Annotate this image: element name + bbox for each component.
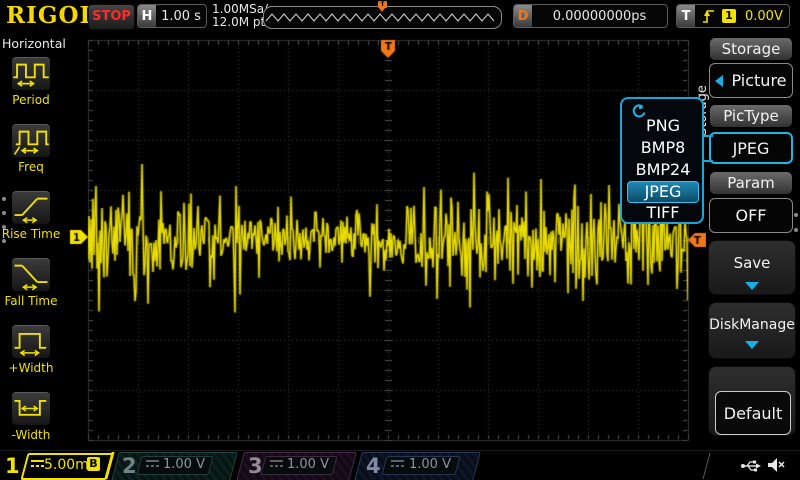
pictype-button[interactable]: JPEG [709, 132, 793, 164]
popup-item-png[interactable]: PNG [628, 116, 698, 136]
top-status-bar: RIGOL STOP H 1.00 s 1.00MSa/s 12.0M pts … [0, 0, 800, 32]
preview-trigger-marker[interactable]: T [378, 1, 387, 12]
measure-item-rise-time[interactable]: Rise Time [0, 190, 62, 250]
pictype-popup-menu: PNG BMP8 BMP24 JPEG TIFF [620, 97, 704, 224]
default-group: Default [708, 366, 796, 436]
panel-dot [2, 197, 6, 201]
diskmanage-button[interactable]: DiskManage [708, 302, 796, 359]
status-divider [703, 453, 711, 479]
popup-item-bmp24[interactable]: BMP24 [628, 160, 698, 180]
pictype-header: PicType [710, 105, 792, 127]
panel-dot [2, 211, 6, 215]
param-button[interactable]: OFF [709, 198, 793, 233]
chevron-down-icon [745, 282, 759, 290]
panel-dot [794, 213, 798, 217]
storage-type-button[interactable]: Picture [709, 63, 793, 98]
popup-item-jpeg[interactable]: JPEG [627, 181, 699, 203]
popup-item-bmp8[interactable]: BMP8 [628, 138, 698, 158]
fall-time-icon [11, 257, 51, 292]
delay-block: D 0.00000000ps [513, 4, 668, 28]
storage-menu-panel: Storage Picture PicType JPEG Param OFF S… [706, 32, 800, 450]
h-label: H [138, 5, 156, 27]
chevron-left-icon [715, 75, 723, 87]
trigger-slope-icon [702, 8, 716, 25]
default-button[interactable]: Default [715, 391, 791, 435]
measure-item-plus-width[interactable]: +Width [0, 324, 62, 384]
period-icon [11, 56, 51, 91]
scope-display [0, 0, 800, 480]
timebase-value: 1.00 s [156, 9, 206, 24]
trigger-label: T [677, 5, 695, 27]
panel-dot [2, 225, 6, 229]
measure-sidebar: Horizontal Period Freq [0, 32, 62, 450]
minus-width-icon [11, 391, 51, 426]
measure-item-freq[interactable]: Freq [0, 123, 62, 183]
popup-item-tiff[interactable]: TIFF [628, 203, 698, 223]
channel-status-bar: 1 5.00mV B 2 1.00 V [0, 450, 800, 480]
dc-coupling-icon [31, 460, 44, 469]
dc-coupling-icon [146, 460, 159, 469]
save-button[interactable]: Save [708, 240, 796, 295]
horizontal-scale-block: H 1.00 s [137, 4, 207, 28]
oscilloscope-screen: RIGOL STOP H 1.00 s 1.00MSa/s 12.0M pts … [0, 0, 800, 480]
measure-sidebar-title: Horizontal [2, 36, 66, 51]
measure-item-minus-width[interactable]: -Width [0, 391, 62, 451]
rigol-logo: RIGOL [6, 2, 97, 29]
measure-item-period[interactable]: Period [0, 56, 62, 116]
panel-dot [2, 239, 6, 243]
plus-width-icon [11, 324, 51, 359]
dc-coupling-icon [391, 460, 404, 469]
speaker-muted-icon [766, 456, 786, 475]
delay-value: 0.00000000ps [532, 9, 667, 24]
storage-menu-title: Storage [710, 38, 792, 60]
delay-label: D [514, 5, 532, 27]
usb-icon [740, 458, 762, 474]
panel-dot [794, 228, 798, 232]
freq-icon [11, 123, 51, 158]
run-stop-status[interactable]: STOP [88, 4, 135, 30]
dc-coupling-icon [270, 460, 283, 469]
bandwidth-limit-badge: B [87, 457, 100, 471]
measure-item-fall-time[interactable]: Fall Time [0, 257, 62, 317]
trigger-level-value: 0.00V [745, 9, 783, 24]
param-header: Param [710, 172, 792, 194]
trigger-source-badge: 1 [722, 9, 736, 23]
chevron-down-icon [745, 341, 759, 349]
trigger-block: T 1 0.00V [676, 4, 790, 28]
rise-time-icon [11, 190, 51, 225]
